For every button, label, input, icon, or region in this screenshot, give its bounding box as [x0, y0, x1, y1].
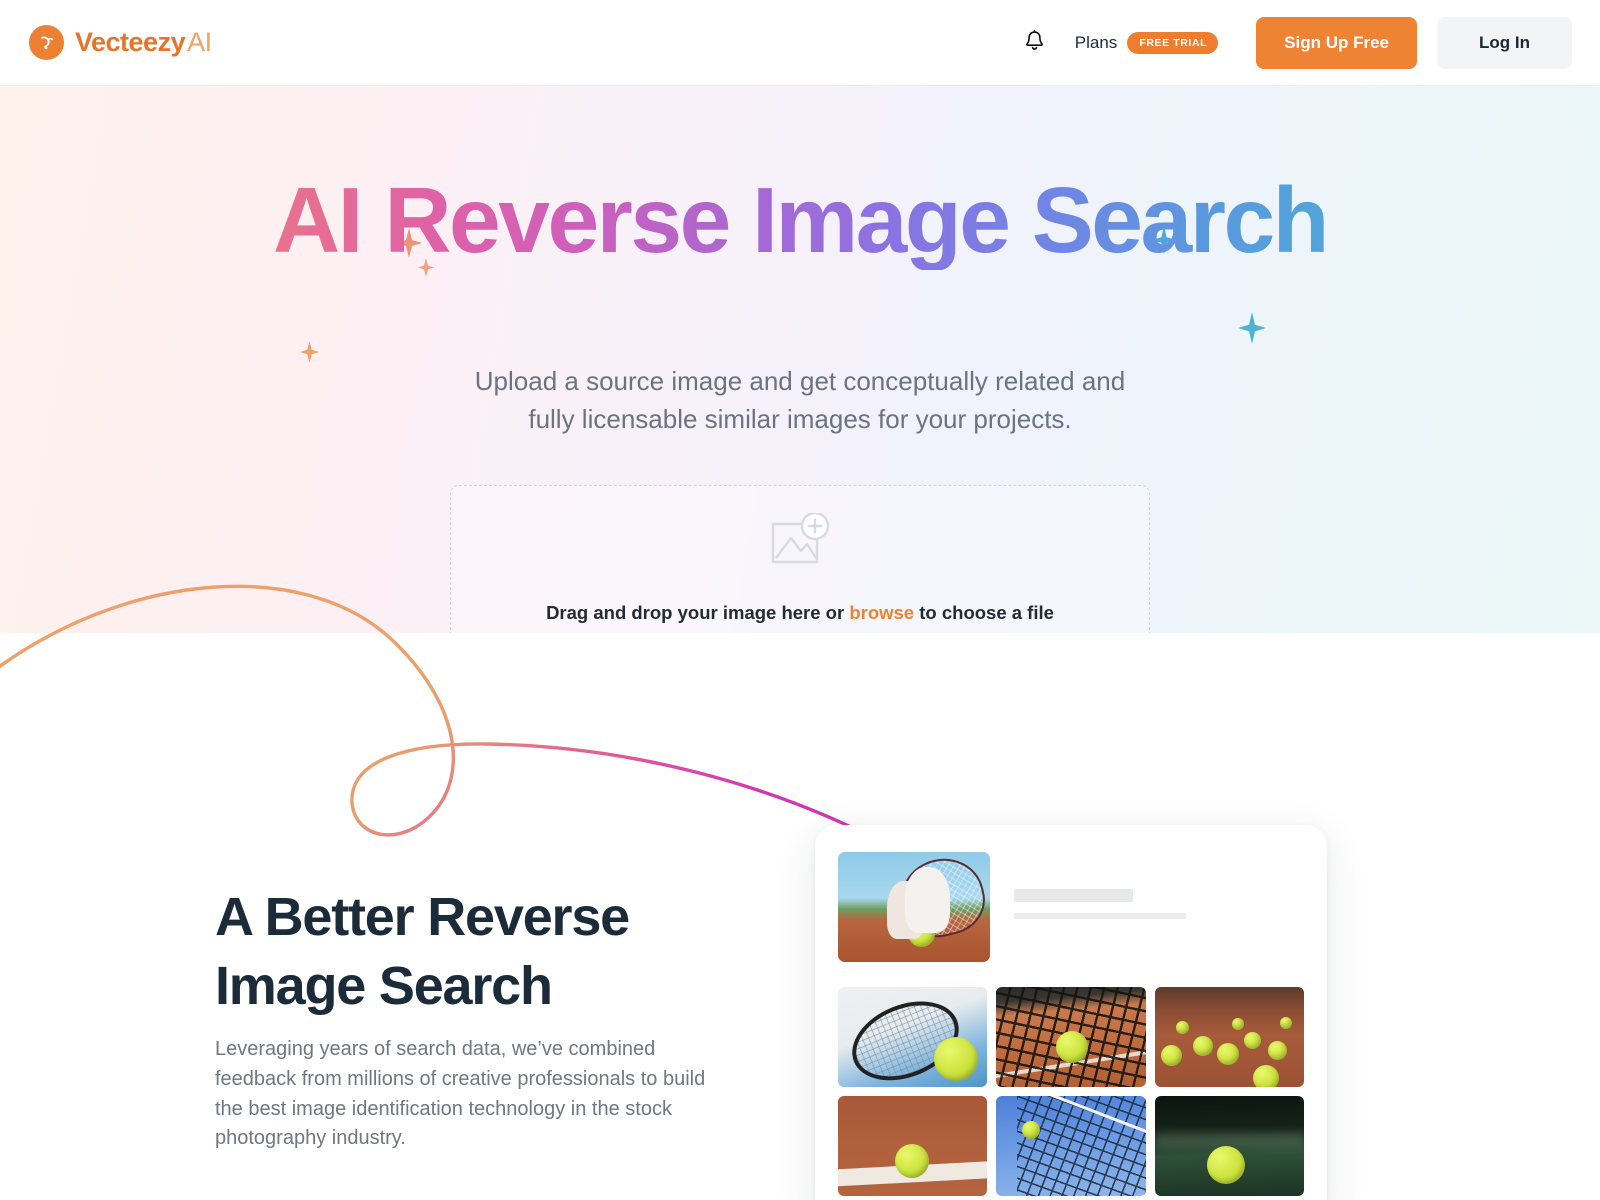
browse-link[interactable]: browse: [849, 602, 914, 623]
feature-body-text: Leveraging years of search data, we’ve c…: [215, 1038, 706, 1150]
feature-heading-line-1: A Better Reverse: [215, 887, 630, 947]
dropzone-text-before: Drag and drop your image here or: [546, 602, 850, 623]
sign-up-free-button[interactable]: Sign Up Free: [1256, 16, 1418, 69]
brand-name: VecteezyAI: [75, 27, 212, 57]
header-actions: Plans FREE TRIAL Sign Up Free Log In: [1013, 16, 1572, 69]
hero-subtitle-line-2: fully licensable similar images for your…: [528, 404, 1072, 435]
tennis-player-serving-image: [838, 852, 990, 962]
result-thumbnail[interactable]: [1154, 1096, 1304, 1196]
hero-subtitle: Upload a source image and get conceptual…: [0, 362, 1600, 439]
image-dropzone[interactable]: Drag and drop your image here or browse …: [450, 485, 1150, 633]
tennis-ball-dark-court-image: [1154, 1096, 1304, 1196]
top-header: VecteezyAI Plans FREE TRIAL Sign Up Free…: [0, 0, 1600, 86]
result-thumbnail[interactable]: [996, 987, 1146, 1087]
result-thumbnail[interactable]: [996, 1096, 1146, 1196]
tennis-ball-on-court-line-image: [838, 1096, 988, 1196]
page-title: AI Reverse Image Search: [0, 170, 1600, 271]
bell-icon: [1023, 29, 1046, 57]
feature-heading-line-2: Image Search: [215, 956, 553, 1017]
result-placeholder-lines: [1014, 852, 1304, 962]
brand-logo[interactable]: VecteezyAI: [29, 25, 212, 60]
tennis-balls-on-clay-court-image: [1154, 987, 1304, 1087]
dropzone-label: Drag and drop your image here or browse …: [546, 602, 1054, 624]
free-trial-badge: FREE TRIAL: [1127, 31, 1219, 54]
result-thumbnail[interactable]: [838, 987, 988, 1087]
sparkle-star-icon: [1238, 312, 1266, 349]
placeholder-bar-title: [1014, 889, 1133, 902]
dropzone-text-after: to choose a file: [914, 602, 1054, 623]
tennis-racket-and-ball-image: [838, 987, 988, 1087]
vecteezy-logo-icon: [29, 25, 64, 60]
image-add-icon: [769, 511, 831, 574]
search-results-card: [815, 825, 1327, 1200]
card-header-row: [838, 852, 1304, 962]
brand-suffix: AI: [187, 27, 212, 57]
result-thumbnail[interactable]: [838, 1096, 988, 1196]
hero-subtitle-line-1: Upload a source image and get conceptual…: [474, 366, 1126, 396]
tennis-ball-above-net-sky-image: [996, 1096, 1146, 1196]
similar-results-grid: [838, 987, 1304, 1196]
result-thumbnail[interactable]: [1154, 987, 1304, 1087]
placeholder-bar-subtitle: [1014, 913, 1186, 919]
hero-section: AI Reverse Image Search Upload a source …: [0, 86, 1600, 633]
source-image-thumbnail[interactable]: [838, 852, 990, 962]
plans-label: Plans: [1074, 32, 1118, 52]
tennis-ball-on-net-image: [996, 987, 1146, 1087]
plans-link[interactable]: Plans FREE TRIAL: [1074, 31, 1219, 54]
notifications-button[interactable]: [1013, 21, 1057, 65]
feature-heading: A Better Reverse Image Search: [215, 883, 875, 1021]
log-in-button[interactable]: Log In: [1437, 16, 1572, 69]
